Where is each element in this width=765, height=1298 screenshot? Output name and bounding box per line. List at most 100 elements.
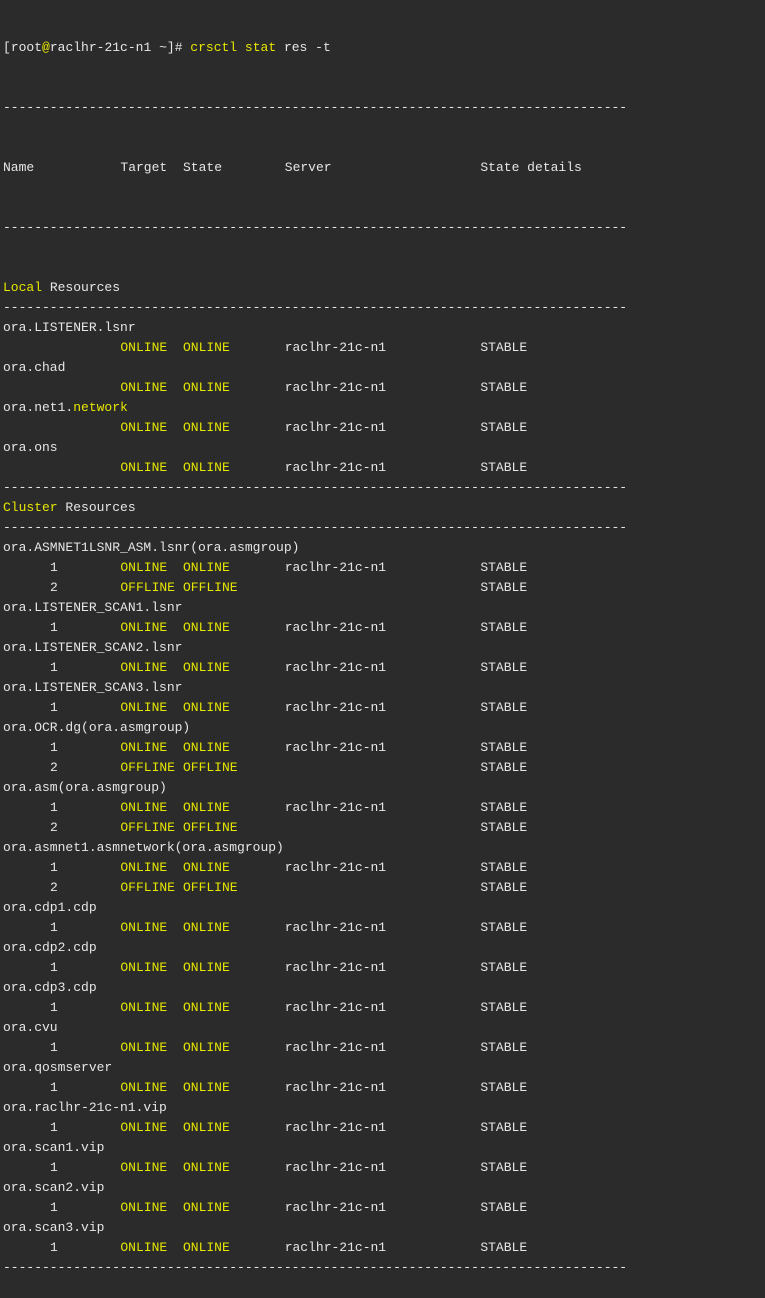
header-server: Server bbox=[284, 160, 332, 175]
resource-instance-row: 1 ONLINE ONLINE raclhr-21c-n1 STABLE bbox=[3, 618, 627, 638]
instance-details: STABLE bbox=[480, 620, 528, 635]
resource-instance-row: 1 ONLINE ONLINE raclhr-21c-n1 STABLE bbox=[3, 1158, 627, 1178]
instance-target: ONLINE bbox=[120, 740, 168, 755]
instance-details: STABLE bbox=[480, 760, 528, 775]
prompt-cwd: ~ bbox=[159, 40, 167, 55]
instance-number: 1 bbox=[49, 860, 58, 875]
resource-name: ora.scan3.vip bbox=[3, 1220, 105, 1235]
section-title: Cluster Resources bbox=[3, 498, 627, 518]
resource-instance-row: 1 ONLINE ONLINE raclhr-21c-n1 STABLE bbox=[3, 738, 627, 758]
instance-number: 1 bbox=[49, 620, 58, 635]
instance-server: raclhr-21c-n1 bbox=[284, 740, 387, 755]
resource-name-row: ora.LISTENER_SCAN3.lsnr bbox=[3, 678, 627, 698]
resource-name: ora.asmnet1.asmnetwork(ora.asmgroup) bbox=[3, 840, 284, 855]
instance-details: STABLE bbox=[480, 800, 528, 815]
instance-state: ONLINE bbox=[182, 960, 230, 975]
instance-state: ONLINE bbox=[182, 920, 230, 935]
section-title-rest: Resources bbox=[49, 280, 121, 295]
resource-instance-row: 1 ONLINE ONLINE raclhr-21c-n1 STABLE bbox=[3, 1078, 627, 1098]
instance-number: 1 bbox=[49, 800, 58, 815]
resource-name: ora.qosmserver bbox=[3, 1060, 113, 1075]
instance-details: STABLE bbox=[480, 860, 528, 875]
resource-instance-row: 1 ONLINE ONLINE raclhr-21c-n1 STABLE bbox=[3, 558, 627, 578]
resource-name: ora.asm(ora.asmgroup) bbox=[3, 780, 167, 795]
instance-target: ONLINE bbox=[120, 340, 168, 355]
instance-target: OFFLINE bbox=[120, 880, 175, 895]
instance-server: raclhr-21c-n1 bbox=[284, 700, 387, 715]
prompt-host: raclhr-21c-n1 bbox=[49, 40, 152, 55]
instance-details: STABLE bbox=[480, 560, 528, 575]
instance-state: ONLINE bbox=[182, 860, 230, 875]
instance-number: 2 bbox=[49, 820, 58, 835]
resource-name: ora.scan1.vip bbox=[3, 1140, 105, 1155]
instance-server: raclhr-21c-n1 bbox=[284, 1040, 387, 1055]
instance-details: STABLE bbox=[480, 1160, 528, 1175]
terminal-output[interactable]: [root@raclhr-21c-n1 ~]# crsctl stat res … bbox=[3, 0, 627, 1298]
resource-list: Local Resources -------------------------… bbox=[3, 278, 627, 1278]
instance-details: STABLE bbox=[480, 700, 528, 715]
resource-name-row: ora.LISTENER_SCAN2.lsnr bbox=[3, 638, 627, 658]
instance-server: raclhr-21c-n1 bbox=[284, 860, 387, 875]
instance-state: OFFLINE bbox=[182, 580, 238, 595]
resource-instance-row: 1 ONLINE ONLINE raclhr-21c-n1 STABLE bbox=[3, 998, 627, 1018]
instance-details: STABLE bbox=[480, 1080, 528, 1095]
instance-number: 1 bbox=[49, 1000, 58, 1015]
resource-name-row: ora.LISTENER_SCAN1.lsnr bbox=[3, 598, 627, 618]
resource-name-row: ora.chad bbox=[3, 358, 627, 378]
resource-instance-row: ONLINE ONLINE raclhr-21c-n1 STABLE bbox=[3, 418, 627, 438]
instance-server: raclhr-21c-n1 bbox=[284, 800, 387, 815]
resource-name: ora.LISTENER_SCAN2.lsnr bbox=[3, 640, 183, 655]
instance-target: ONLINE bbox=[120, 960, 168, 975]
header-target: Target bbox=[120, 160, 168, 175]
instance-target: ONLINE bbox=[120, 1040, 168, 1055]
resource-name-highlight: network bbox=[73, 400, 128, 415]
instance-details: STABLE bbox=[480, 1120, 528, 1135]
resource-name: ora.raclhr-21c-n1.vip bbox=[3, 1100, 167, 1115]
instance-number: 1 bbox=[49, 660, 58, 675]
resource-name-row: ora.scan3.vip bbox=[3, 1218, 627, 1238]
instance-details: STABLE bbox=[480, 920, 528, 935]
instance-state: ONLINE bbox=[182, 620, 230, 635]
instance-details: STABLE bbox=[480, 420, 528, 435]
resource-instance-row: 1 ONLINE ONLINE raclhr-21c-n1 STABLE bbox=[3, 798, 627, 818]
instance-number: 2 bbox=[49, 580, 58, 595]
instance-number: 2 bbox=[49, 760, 58, 775]
instance-target: ONLINE bbox=[120, 860, 168, 875]
instance-state: ONLINE bbox=[182, 380, 230, 395]
instance-state: ONLINE bbox=[182, 460, 230, 475]
instance-number: 1 bbox=[49, 740, 58, 755]
instance-number: 1 bbox=[49, 1160, 58, 1175]
instance-number: 1 bbox=[49, 1200, 58, 1215]
instance-details: STABLE bbox=[480, 1200, 528, 1215]
prompt-user: root bbox=[10, 40, 43, 55]
instance-details: STABLE bbox=[480, 1240, 528, 1255]
resource-instance-row: ONLINE ONLINE raclhr-21c-n1 STABLE bbox=[3, 338, 627, 358]
instance-state: ONLINE bbox=[182, 420, 230, 435]
resource-instance-row: 2 OFFLINE OFFLINE STABLE bbox=[3, 818, 627, 838]
resource-instance-row: 1 ONLINE ONLINE raclhr-21c-n1 STABLE bbox=[3, 1038, 627, 1058]
resource-name-row: ora.raclhr-21c-n1.vip bbox=[3, 1098, 627, 1118]
resource-instance-row: 1 ONLINE ONLINE raclhr-21c-n1 STABLE bbox=[3, 1238, 627, 1258]
resource-name-row: ora.scan2.vip bbox=[3, 1178, 627, 1198]
resource-name-row: ora.LISTENER.lsnr bbox=[3, 318, 627, 338]
instance-details: STABLE bbox=[480, 960, 528, 975]
instance-target: OFFLINE bbox=[120, 760, 175, 775]
instance-state: ONLINE bbox=[182, 1120, 230, 1135]
instance-target: ONLINE bbox=[120, 420, 168, 435]
instance-state: ONLINE bbox=[182, 700, 230, 715]
separator: ----------------------------------------… bbox=[3, 220, 628, 235]
resource-name-row: ora.cdp3.cdp bbox=[3, 978, 627, 998]
instance-number: 1 bbox=[49, 920, 58, 935]
instance-target: ONLINE bbox=[120, 800, 168, 815]
resource-name: ora.ASMNET1LSNR_ASM.lsnr(ora.asmgroup) bbox=[3, 540, 300, 555]
instance-state: ONLINE bbox=[182, 560, 230, 575]
instance-number: 2 bbox=[49, 880, 58, 895]
resource-name: ora.cdp3.cdp bbox=[3, 980, 97, 995]
instance-target: OFFLINE bbox=[120, 820, 175, 835]
resource-instance-row: 2 OFFLINE OFFLINE STABLE bbox=[3, 758, 627, 778]
instance-target: ONLINE bbox=[120, 1000, 168, 1015]
separator: ----------------------------------------… bbox=[3, 300, 628, 315]
instance-server: raclhr-21c-n1 bbox=[284, 660, 387, 675]
instance-server: raclhr-21c-n1 bbox=[284, 460, 387, 475]
resource-instance-row: 1 ONLINE ONLINE raclhr-21c-n1 STABLE bbox=[3, 858, 627, 878]
